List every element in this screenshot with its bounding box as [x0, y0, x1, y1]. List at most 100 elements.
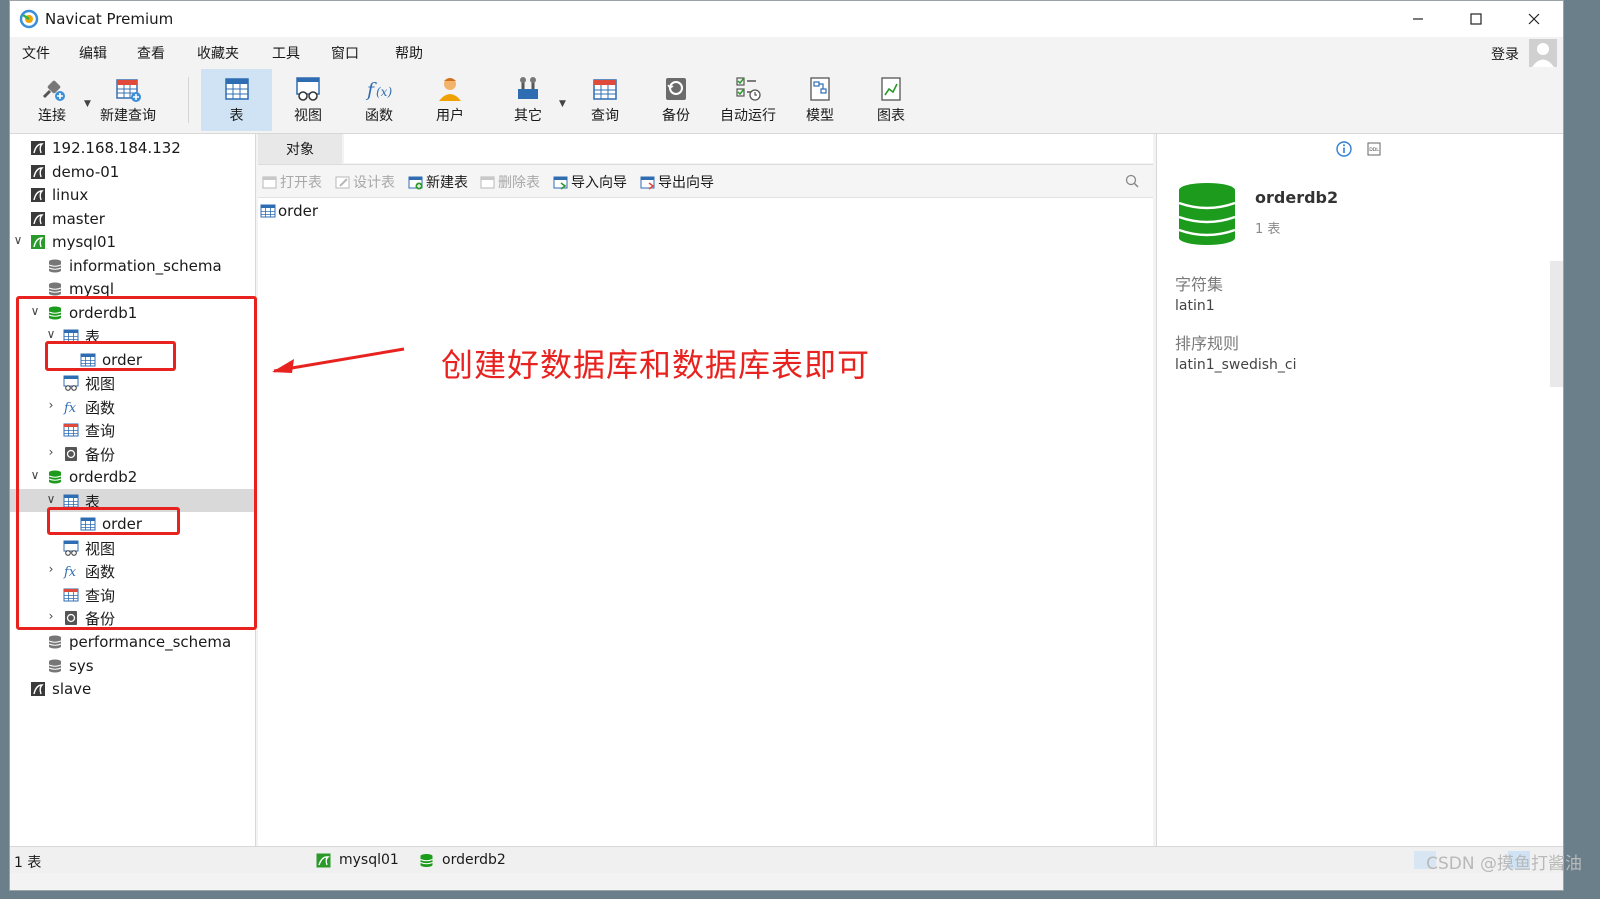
- ddl-icon[interactable]: DDL: [1367, 142, 1381, 156]
- menu-view[interactable]: 查看: [137, 43, 165, 63]
- close-icon: [1528, 13, 1540, 25]
- delete-table-button[interactable]: 删除表: [480, 172, 540, 192]
- toolbar-label: 新建查询: [100, 108, 156, 124]
- database-icon: [48, 259, 62, 273]
- menu-favorites[interactable]: 收藏夹: [197, 43, 239, 63]
- tools-icon: [518, 77, 538, 99]
- tree-item-label: mysql01: [52, 233, 117, 251]
- annotation-text: 创建好数据库和数据库表即可: [441, 346, 871, 384]
- menu-file[interactable]: 文件: [22, 43, 50, 63]
- tree-item-connection-open[interactable]: mysql01: [30, 231, 116, 253]
- mysql-connection-icon: [316, 853, 331, 867]
- search-icon[interactable]: [1125, 174, 1139, 188]
- design-table-button[interactable]: 设计表: [335, 172, 395, 192]
- toolbar-label: 表: [229, 108, 244, 124]
- tree-item-connection[interactable]: 192.168.184.132: [30, 137, 181, 159]
- status-database-label: orderdb2: [442, 852, 506, 868]
- toolbar-function-button[interactable]: f (x) 函数: [349, 69, 409, 131]
- toolbar-label: 模型: [806, 108, 834, 124]
- menu-help[interactable]: 帮助: [395, 43, 423, 63]
- svg-text:DDL: DDL: [1369, 147, 1379, 153]
- table-icon: [224, 78, 249, 100]
- open-table-button[interactable]: 打开表: [262, 172, 322, 192]
- status-count: 1 表: [14, 855, 42, 871]
- chevron-down-icon[interactable]: ∨: [12, 233, 24, 247]
- toolbar-label: 自动运行: [720, 108, 776, 124]
- tree-item-connection[interactable]: demo-01: [30, 161, 119, 183]
- status-database: orderdb2: [419, 852, 506, 868]
- connection-icon: [31, 165, 45, 179]
- maximize-button[interactable]: [1447, 1, 1505, 37]
- design-table-icon: [335, 176, 350, 188]
- object-item-order[interactable]: order: [260, 202, 318, 220]
- import-icon: [553, 176, 568, 190]
- new-table-icon: [408, 176, 423, 189]
- tree-item-database[interactable]: sys: [47, 655, 94, 677]
- info-icon[interactable]: [1336, 141, 1352, 157]
- toolbar-connect-button[interactable]: 连接: [26, 69, 78, 131]
- close-button[interactable]: [1505, 1, 1563, 37]
- menu-edit[interactable]: 编辑: [79, 43, 107, 63]
- database-icon: [420, 853, 433, 867]
- object-item-label: order: [278, 202, 318, 220]
- maximize-icon: [1470, 13, 1482, 25]
- minimize-icon: [1413, 18, 1423, 20]
- toolbar-auto-run-button[interactable]: 自动运行: [714, 69, 782, 131]
- chart-icon: [881, 77, 901, 101]
- toolbar-table-button[interactable]: 表: [201, 69, 272, 131]
- watermark: CSDN @摸鱼打酱油: [1426, 854, 1582, 874]
- toolbar-label: 连接: [38, 108, 66, 124]
- scrollbar[interactable]: [1550, 261, 1563, 387]
- status-bar: 1 表 mysql01 orderdb2: [10, 846, 1563, 873]
- info-pane: DDL orderdb2 1 表 字符集 latin1 排序规则 latin1_…: [1156, 134, 1563, 846]
- database-icon: [48, 635, 62, 649]
- tree-item-label: demo-01: [52, 163, 120, 181]
- toolbar-view-button[interactable]: 视图: [278, 69, 338, 131]
- import-wizard-button[interactable]: 导入向导: [553, 172, 627, 192]
- chevron-down-icon[interactable]: ▼: [84, 99, 91, 109]
- tree-item-label: 192.168.184.132: [52, 139, 181, 157]
- toolbar-model-button[interactable]: 模型: [790, 69, 850, 131]
- chevron-down-icon[interactable]: ▼: [559, 99, 566, 109]
- database-icon: [48, 659, 62, 673]
- tree-item-database[interactable]: information_schema: [47, 255, 222, 277]
- tab-objects[interactable]: 对象: [258, 134, 342, 164]
- tree-item-database[interactable]: performance_schema: [47, 631, 231, 653]
- menu-window[interactable]: 窗口: [331, 43, 359, 63]
- toolbar-chart-button[interactable]: 图表: [861, 69, 921, 131]
- new-table-button[interactable]: 新建表: [408, 172, 468, 192]
- toolbar-user-button[interactable]: 用户: [420, 69, 480, 131]
- toolbar-label: 备份: [662, 108, 690, 124]
- annotation-box-order2: [47, 507, 180, 535]
- svg-text:(x): (x): [376, 85, 392, 99]
- annotation-arrow-icon: [272, 347, 405, 373]
- toolbar-label: 查询: [591, 108, 619, 124]
- delete-table-icon: [480, 176, 495, 188]
- view-icon: [296, 77, 320, 101]
- object-toolbar: 打开表 设计表 新建表 删除表 导入向导 导出向导: [258, 165, 1153, 198]
- plug-connect-icon: [42, 80, 65, 101]
- annotation-box-order1: [45, 341, 176, 371]
- design-table-label: 设计表: [353, 175, 395, 191]
- connection-icon: [31, 682, 45, 696]
- info-db-name: orderdb2: [1255, 188, 1339, 207]
- backup-icon: [666, 78, 686, 100]
- tree-item-connection[interactable]: slave: [30, 678, 91, 700]
- toolbar-new-query-button[interactable]: 新建查询: [96, 69, 160, 131]
- tree-item-connection[interactable]: master: [30, 208, 105, 230]
- export-wizard-button[interactable]: 导出向导: [640, 172, 714, 192]
- connection-icon: [31, 141, 45, 155]
- minimize-button[interactable]: [1389, 1, 1447, 37]
- status-connection: mysql01: [316, 852, 399, 868]
- export-icon: [640, 176, 655, 190]
- table-icon: [260, 204, 276, 218]
- tree-item-connection[interactable]: linux: [30, 184, 88, 206]
- toolbar-query-button[interactable]: 查询: [575, 69, 635, 131]
- menu-tools[interactable]: 工具: [272, 43, 300, 63]
- toolbar-backup-button[interactable]: 备份: [646, 69, 706, 131]
- login-link[interactable]: 登录: [1491, 44, 1519, 64]
- auto-run-icon: [736, 77, 761, 101]
- query-icon: [593, 79, 617, 100]
- avatar[interactable]: [1529, 39, 1557, 67]
- toolbar-other-button[interactable]: 其它: [500, 69, 556, 131]
